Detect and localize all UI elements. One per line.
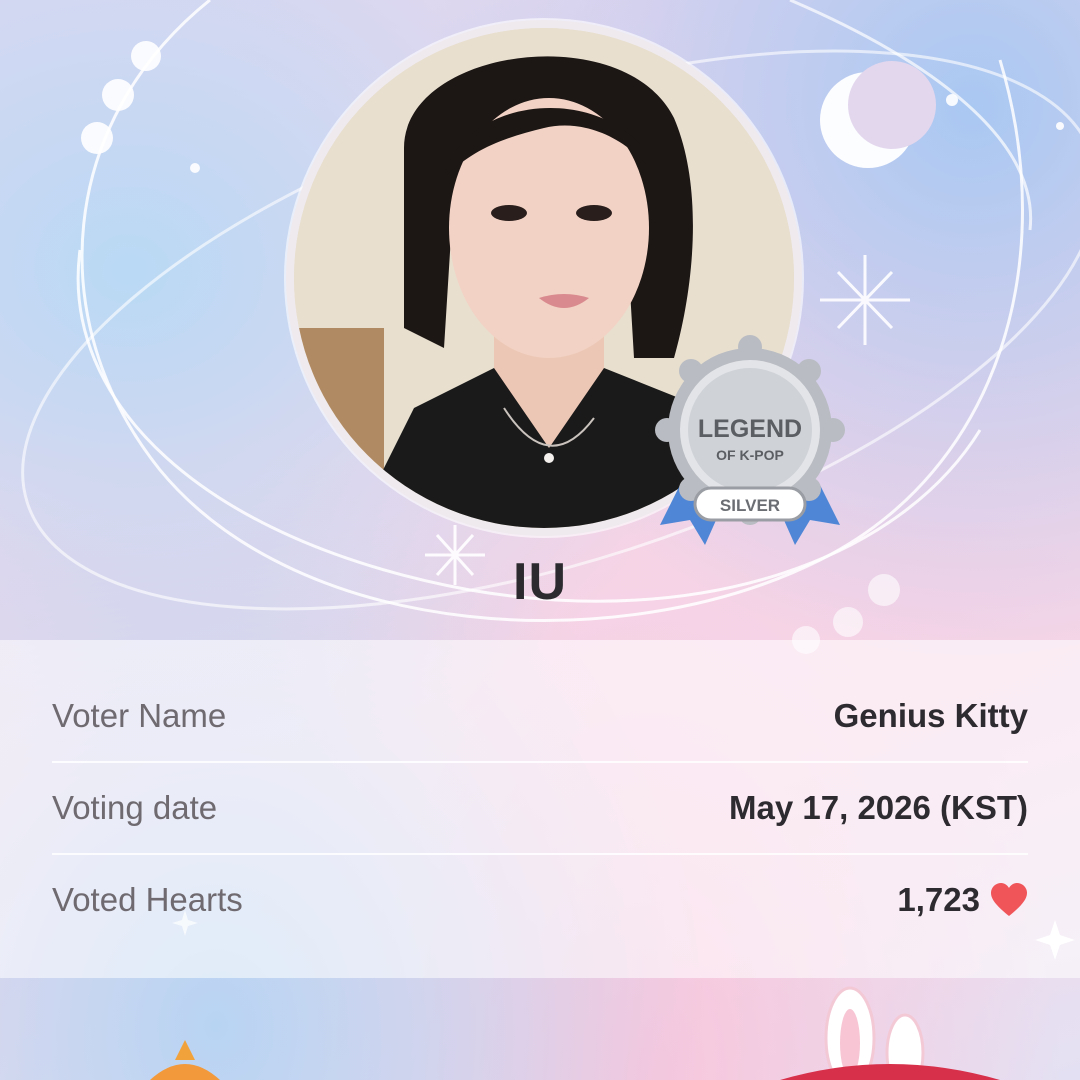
heart-icon bbox=[991, 883, 1027, 916]
carrot-icon bbox=[150, 1040, 220, 1080]
badge-tier: SILVER bbox=[720, 496, 780, 515]
bunny-icon bbox=[780, 986, 1000, 1080]
voter-name-label: Voter Name bbox=[52, 697, 227, 734]
voter-name-value: Genius Kitty bbox=[833, 697, 1028, 734]
badge-line1: LEGEND bbox=[698, 415, 802, 443]
bottom-decoration bbox=[150, 986, 1000, 1080]
voted-hearts-row: Voted Hearts 1,723 bbox=[52, 854, 1028, 946]
voting-date-label: Voting date bbox=[52, 789, 218, 826]
moon-icon bbox=[820, 61, 936, 168]
voted-hearts-value: 1,723 bbox=[897, 881, 980, 918]
voting-date-value: May 17, 2026 (KST) bbox=[729, 789, 1028, 826]
voted-hearts-value-wrap: 1,723 bbox=[897, 881, 1028, 919]
voter-name-row: Voter Name Genius Kitty bbox=[52, 670, 1028, 762]
artist-name: IU bbox=[513, 553, 567, 611]
vote-details-card: Voter Name Genius Kitty Voting date May … bbox=[0, 640, 1080, 978]
badge-line2: OF K-POP bbox=[716, 447, 784, 463]
voted-hearts-label: Voted Hearts bbox=[52, 881, 243, 918]
legend-badge: LEGEND OF K-POP SILVER bbox=[655, 335, 845, 545]
voting-date-row: Voting date May 17, 2026 (KST) bbox=[52, 762, 1028, 854]
